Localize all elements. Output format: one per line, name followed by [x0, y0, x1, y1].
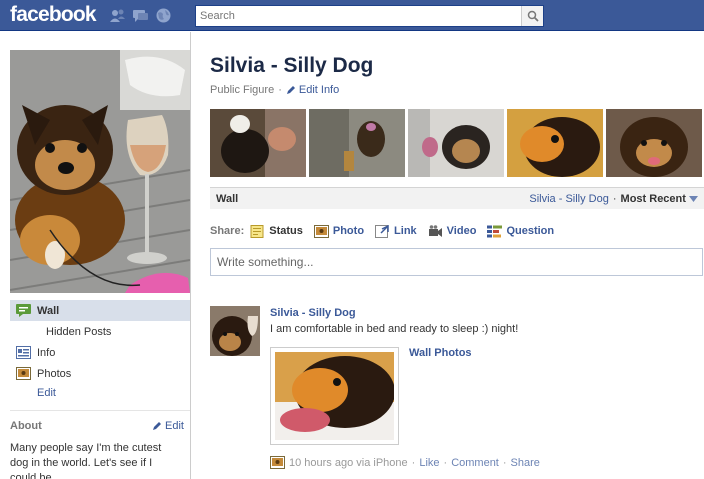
edit-info-label: Edit Info: [298, 84, 340, 96]
about-header: About Edit: [10, 411, 190, 441]
photos-icon: [16, 367, 31, 380]
search-input[interactable]: [196, 6, 516, 26]
nav-info-label: Info: [37, 346, 56, 359]
link-icon: [375, 224, 389, 238]
share-video[interactable]: Video: [428, 224, 477, 238]
info-icon: [16, 346, 31, 359]
photo-thumbnail[interactable]: [408, 109, 504, 177]
status-icon: [250, 224, 264, 238]
meta-separator: ·: [411, 456, 416, 469]
wall-icon: [16, 304, 31, 317]
story-timestamp[interactable]: 10 hours ago via iPhone: [289, 457, 408, 469]
share-link[interactable]: Share: [511, 457, 540, 469]
share-status[interactable]: Status: [250, 224, 303, 238]
messages-icon[interactable]: [132, 7, 149, 24]
friends-icon[interactable]: [109, 7, 126, 24]
nav-info[interactable]: Info: [10, 342, 190, 363]
story-author[interactable]: Silvia - Silly Dog: [270, 307, 356, 319]
dog-with-wine-photo: [10, 50, 190, 293]
nav-photos[interactable]: Photos: [10, 363, 190, 384]
nav-wall[interactable]: Wall: [10, 300, 190, 321]
photo-thumbnail[interactable]: [309, 109, 405, 177]
share-video-label: Video: [446, 225, 477, 237]
photo-thumbnail[interactable]: [507, 109, 603, 177]
meta-separator: ·: [502, 456, 507, 469]
avatar[interactable]: [210, 306, 260, 356]
wall-filter-link[interactable]: Silvia - Silly Dog: [529, 193, 608, 205]
story-photo[interactable]: [270, 347, 399, 445]
share-photo[interactable]: Photo: [313, 224, 365, 238]
page-category[interactable]: Public Figure: [210, 84, 274, 96]
share-link-label: Link: [394, 225, 417, 237]
photo-thumbnail[interactable]: [210, 109, 306, 177]
page-title: Silvia - Silly Dog: [210, 54, 374, 77]
wall-title: Wall: [216, 192, 239, 205]
chevron-down-icon: [689, 195, 698, 202]
search-icon: [527, 10, 539, 22]
left-column: Wall Hidden Posts Info Photos Edit About: [0, 32, 191, 479]
nav-hidden-posts[interactable]: Hidden Posts: [10, 321, 190, 342]
nav-edit-link[interactable]: Edit: [10, 384, 190, 402]
photo-thumbnail[interactable]: [606, 109, 702, 177]
about-edit-label: Edit: [165, 420, 184, 432]
nav-wall-label: Wall: [37, 304, 60, 317]
page-subline: Public Figure · Edit Info: [210, 84, 339, 96]
edit-info-link[interactable]: Edit Info: [286, 84, 339, 96]
about-text: Many people say I'm the cutest dog in th…: [10, 442, 162, 479]
composer-box: [210, 248, 703, 276]
comment-link[interactable]: Comment: [451, 457, 499, 469]
sort-dropdown[interactable]: Most Recent: [621, 193, 698, 205]
about-title: About: [10, 420, 42, 432]
notifications-globe-icon[interactable]: [155, 7, 172, 24]
pencil-icon: [286, 86, 295, 94]
facebook-logo[interactable]: facebook: [10, 3, 97, 27]
share-link[interactable]: Link: [375, 224, 417, 238]
about-edit-link[interactable]: Edit: [152, 420, 190, 432]
share-bar: Share: Status Photo Link Video Question: [210, 222, 565, 240]
question-icon: [487, 225, 503, 237]
share-question-label: Question: [506, 225, 555, 237]
search-button[interactable]: [521, 6, 543, 26]
story-meta: 10 hours ago via iPhone · Like · Comment…: [270, 456, 540, 469]
nav-photos-label: Photos: [37, 367, 72, 380]
profile-picture[interactable]: [10, 50, 190, 293]
wall-filter: Silvia - Silly Dog · Most Recent: [529, 193, 698, 205]
photo-strip: [210, 109, 702, 177]
share-question[interactable]: Question: [487, 225, 554, 238]
story-attachment-title[interactable]: Wall Photos: [409, 347, 472, 359]
story-photo-image: [275, 352, 395, 440]
wall-header: Wall Silvia - Silly Dog · Most Recent: [210, 187, 704, 209]
search-box: [195, 5, 544, 27]
photo-icon: [313, 224, 329, 238]
like-link[interactable]: Like: [419, 457, 439, 469]
pencil-icon: [153, 422, 162, 430]
about-box: About Edit Many people say I'm the cutes…: [10, 410, 190, 479]
share-label: Share:: [210, 225, 245, 237]
write-something-input[interactable]: [211, 249, 702, 275]
photo-icon: [270, 456, 285, 469]
meta-separator: ·: [443, 456, 448, 469]
share-status-label: Status: [269, 225, 303, 237]
jewel-icons: [109, 7, 172, 24]
video-icon: [428, 224, 442, 237]
sort-label: Most Recent: [620, 192, 686, 205]
top-bar: facebook: [0, 0, 704, 31]
left-nav: Wall Hidden Posts Info Photos Edit: [10, 300, 190, 402]
subline-separator: ·: [278, 84, 282, 96]
share-photo-label: Photo: [332, 225, 365, 237]
wall-filter-separator: ·: [612, 192, 617, 205]
story-message: I am comfortable in bed and ready to sle…: [270, 323, 519, 335]
